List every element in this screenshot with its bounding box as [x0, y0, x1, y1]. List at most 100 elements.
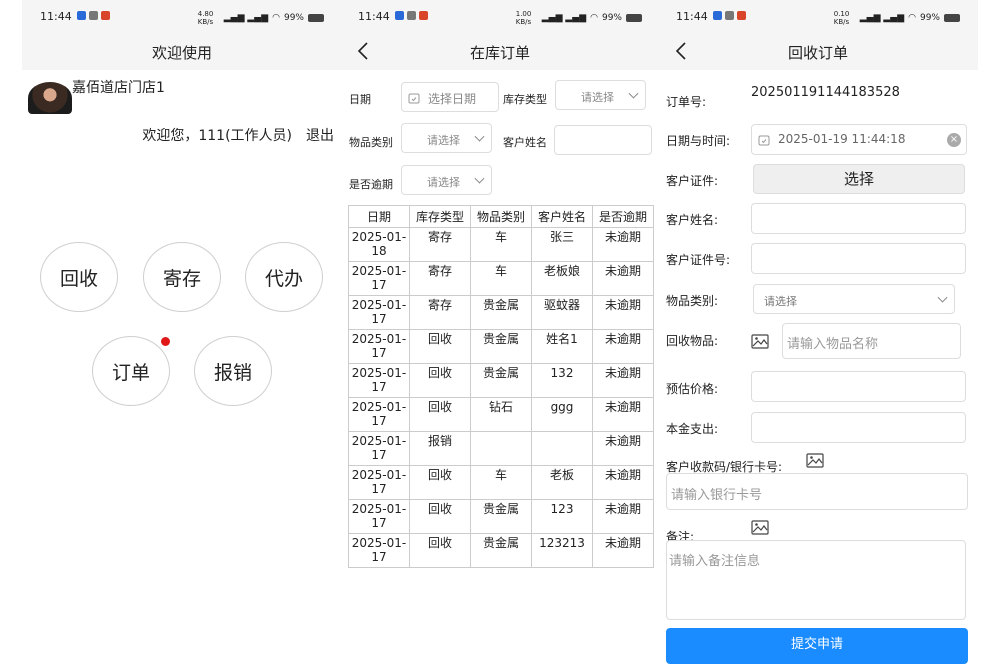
column-header: 是否逾期 [592, 205, 654, 228]
table-row[interactable]: 2025-01-17 寄存车老板娘 未逾期 [348, 261, 654, 296]
table-cell: 回收 [409, 533, 471, 568]
overdue-placeholder: 请选择 [427, 176, 460, 189]
table-cell: 2025-01-17 [348, 431, 410, 466]
app-icon [77, 11, 86, 20]
customer-name-label: 客户姓名: [666, 213, 719, 227]
remark-placeholder: 请输入备注信息 [669, 554, 761, 569]
image-upload-icon[interactable] [806, 453, 824, 468]
table-cell: 未逾期 [592, 261, 654, 296]
datetime-label: 日期与时间: [666, 134, 731, 148]
table-row[interactable]: 2025-01-18 寄存车张三 未逾期 [348, 227, 654, 262]
home-screen: 11:44 4.80 KB/s ▂▄▆ ▂▄▆ ◠ 99% 欢迎使用 嘉佰道店门… [22, 0, 342, 667]
date-picker[interactable]: 选择日期 [401, 82, 499, 112]
date-filter-label: 日期 [349, 93, 371, 106]
logout-link[interactable]: 退出 [306, 125, 334, 145]
principal-input[interactable] [751, 412, 966, 443]
clear-icon[interactable]: × [947, 133, 961, 147]
table-cell: 寄存 [409, 227, 471, 262]
table-cell: 回收 [409, 363, 471, 398]
wifi-icon: ◠ [590, 13, 598, 23]
network-speed: 1.00 KB/s [515, 10, 532, 26]
customer-name-input[interactable] [751, 203, 966, 234]
table-cell: 回收 [409, 329, 471, 364]
table-cell: 未逾期 [592, 329, 654, 364]
table-cell: 未逾期 [592, 431, 654, 466]
image-upload-icon[interactable] [751, 520, 769, 535]
reimburse-button[interactable]: 报销 [194, 336, 272, 406]
deposit-button[interactable]: 寄存 [143, 242, 221, 312]
table-cell: 回收 [409, 499, 471, 534]
order-button[interactable]: 订单 [92, 336, 170, 406]
table-cell: 2025-01-17 [348, 363, 410, 398]
id-number-input[interactable] [751, 243, 966, 274]
column-header: 日期 [348, 205, 410, 228]
table-cell: 贵金属 [470, 329, 532, 364]
category-select[interactable]: 请选择 [401, 123, 492, 153]
wifi-icon: ◠ [272, 13, 280, 23]
avatar [28, 82, 72, 114]
bank-card-input[interactable]: 请输入银行卡号 [666, 473, 968, 510]
recycle-order-screen: 11:44 0.10 KB/s ▂▄▆ ▂▄▆ ◠ 99% 回收订单 订单号: … [658, 0, 978, 667]
item-name-placeholder: 请输入物品名称 [787, 337, 879, 352]
chevron-down-icon [474, 131, 485, 142]
table-row[interactable]: 2025-01-17 寄存 贵金属 驱蚊器 未逾期 [348, 295, 654, 330]
est-price-input[interactable] [751, 371, 966, 402]
order-no-label: 订单号: [666, 95, 707, 109]
battery-icon [944, 14, 960, 22]
table-cell: 2025-01-17 [348, 397, 410, 432]
table-cell: 2025-01-17 [348, 295, 410, 330]
id-doc-label: 客户证件: [666, 174, 719, 188]
id-doc-select-button[interactable]: 选择 [753, 164, 965, 194]
status-right: 1.00 KB/s ▂▄▆ ▂▄▆ ◠ 99% [516, 10, 642, 26]
orders-table: 日期 库存类型 物品类别 客户姓名 是否逾期 2025-01-18 寄存车张三 未逾… [348, 205, 654, 568]
table-row[interactable]: 2025-01-17 回收 贵金属 132 未逾期 [348, 363, 654, 398]
table-cell: 未逾期 [592, 533, 654, 568]
table-row[interactable]: 2025-01-17 回收 钻石 ggg 未逾期 [348, 397, 654, 432]
customer-name-input[interactable] [554, 125, 652, 155]
table-cell: 姓名1 [531, 329, 593, 364]
table-cell: 未逾期 [592, 465, 654, 500]
chevron-down-icon [628, 88, 639, 99]
stock-type-select[interactable]: 请选择 [555, 80, 646, 110]
bank-card-placeholder: 请输入银行卡号 [671, 488, 763, 503]
table-cell: 未逾期 [592, 295, 654, 330]
datetime-picker[interactable]: 2025-01-19 11:44:18 × [751, 124, 967, 155]
table-cell: 贵金属 [470, 499, 532, 534]
table-cell: 贵金属 [470, 533, 532, 568]
category-filter-label: 物品类别 [349, 136, 393, 149]
recycle-item-label: 回收物品: [666, 334, 719, 348]
table-row[interactable]: 2025-01-17 回收 贵金属 123 未逾期 [348, 499, 654, 534]
table-cell: 2025-01-17 [348, 329, 410, 364]
table-cell: 2025-01-18 [348, 227, 410, 262]
table-cell: ggg [531, 397, 593, 432]
stock-type-label: 库存类型 [503, 93, 547, 106]
table-row[interactable]: 2025-01-17 报销 未逾期 [348, 431, 654, 466]
customer-filter-label: 客户姓名 [503, 136, 547, 149]
signal-icon: ▂▄▆ ▂▄▆ [859, 13, 905, 23]
table-row[interactable]: 2025-01-17 回收 贵金属 123213 未逾期 [348, 533, 654, 568]
calendar-icon [408, 93, 420, 104]
recycle-button[interactable]: 回收 [40, 242, 118, 312]
overdue-select[interactable]: 请选择 [401, 165, 492, 195]
battery-percent: 99% [283, 13, 304, 23]
date-placeholder: 选择日期 [428, 92, 477, 106]
datetime-value: 2025-01-19 11:44:18 [778, 132, 906, 146]
title-bar: 在库订单 [340, 34, 660, 70]
store-name: 嘉佰道店门店1 [72, 80, 165, 96]
image-upload-icon[interactable] [751, 334, 769, 349]
status-time: 11:44 [358, 10, 390, 23]
item-name-input[interactable]: 请输入物品名称 [782, 323, 961, 359]
notification-icons [713, 11, 746, 20]
table-cell: 2025-01-17 [348, 533, 410, 568]
remark-textarea[interactable]: 请输入备注信息 [666, 540, 966, 620]
table-row[interactable]: 2025-01-17 回收车老板 未逾期 [348, 465, 654, 500]
category-placeholder: 请选择 [427, 134, 460, 147]
battery-percent: 99% [601, 13, 622, 23]
table-cell: 123 [531, 499, 593, 534]
table-cell: 车 [470, 261, 532, 296]
battery-percent: 99% [919, 13, 940, 23]
agent-button[interactable]: 代办 [245, 242, 323, 312]
category-select[interactable]: 请选择 [753, 284, 955, 314]
table-row[interactable]: 2025-01-17 回收 贵金属 姓名1 未逾期 [348, 329, 654, 364]
submit-button[interactable]: 提交申请 [666, 628, 968, 664]
